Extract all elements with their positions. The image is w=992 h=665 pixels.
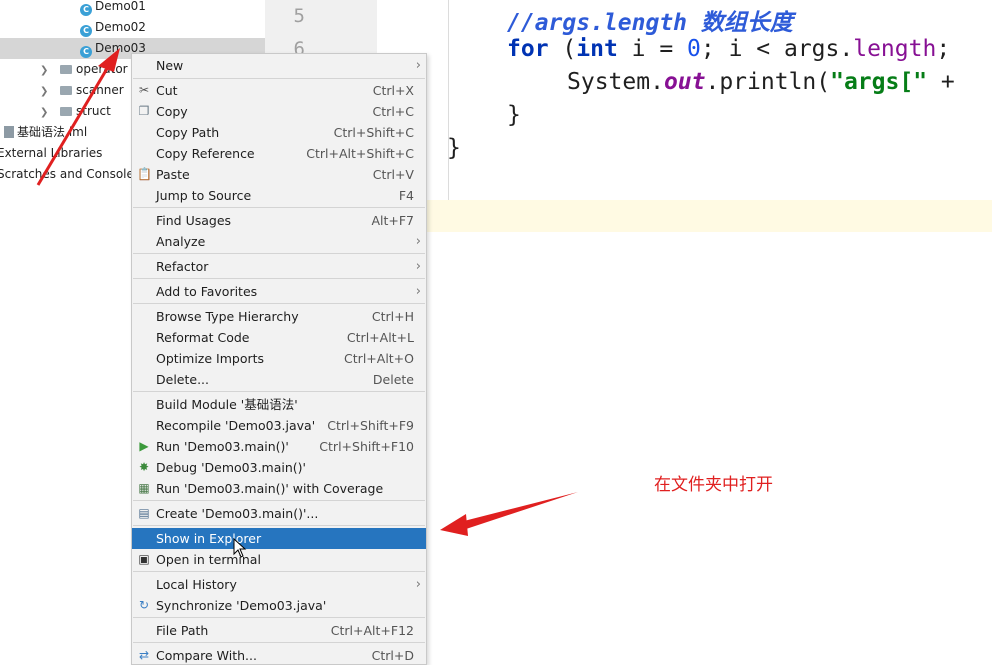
create-config-icon: ▤ bbox=[138, 506, 150, 520]
menu-item-create-config[interactable]: ▤ Create 'Demo03.main()'... bbox=[132, 503, 426, 524]
menu-item-open-in-terminal[interactable]: ▣ Open in terminal bbox=[132, 549, 426, 570]
mouse-pointer-icon bbox=[233, 538, 247, 558]
menu-separator bbox=[133, 303, 425, 304]
current-line-highlight bbox=[377, 200, 992, 232]
menu-separator bbox=[133, 253, 425, 254]
line-number: 5 bbox=[293, 5, 305, 27]
menu-item-jump-to-source[interactable]: Jump to Source F4 bbox=[132, 185, 426, 206]
coverage-icon: ▦ bbox=[138, 481, 150, 495]
folder-icon bbox=[60, 65, 72, 74]
tree-item-label: Demo02 bbox=[95, 20, 146, 34]
menu-item-copy-reference[interactable]: Copy Reference Ctrl+Alt+Shift+C bbox=[132, 143, 426, 164]
tree-item-label: scanner bbox=[76, 83, 124, 97]
chevron-right-icon: › bbox=[415, 284, 421, 299]
menu-item-delete[interactable]: Delete... Delete bbox=[132, 369, 426, 390]
code-editor[interactable] bbox=[377, 0, 992, 652]
menu-separator bbox=[133, 525, 425, 526]
menu-item-paste[interactable]: 📋 Paste Ctrl+V bbox=[132, 164, 426, 185]
menu-item-local-history[interactable]: Local History › bbox=[132, 574, 426, 595]
sync-icon: ↻ bbox=[138, 598, 150, 612]
context-menu: New › ✂ Cut Ctrl+X ❐ Copy Ctrl+C Copy Path Ctr… bbox=[131, 53, 427, 665]
module-file-icon bbox=[4, 126, 14, 138]
menu-item-copy-path[interactable]: Copy Path Ctrl+Shift+C bbox=[132, 122, 426, 143]
menu-separator bbox=[133, 617, 425, 618]
menu-separator bbox=[133, 278, 425, 279]
menu-item-synchronize[interactable]: ↻ Synchronize 'Demo03.java' bbox=[132, 595, 426, 616]
menu-item-run[interactable]: ▶ Run 'Demo03.main()' Ctrl+Shift+F10 bbox=[132, 436, 426, 457]
menu-separator bbox=[133, 78, 425, 79]
menu-item-add-to-favorites[interactable]: Add to Favorites › bbox=[132, 281, 426, 302]
menu-item-reformat-code[interactable]: Reformat Code Ctrl+Alt+L bbox=[132, 327, 426, 348]
class-icon: C bbox=[80, 46, 92, 58]
copy-icon: ❐ bbox=[138, 104, 150, 118]
menu-item-find-usages[interactable]: Find Usages Alt+F7 bbox=[132, 210, 426, 231]
menu-item-copy[interactable]: ❐ Copy Ctrl+C bbox=[132, 101, 426, 122]
menu-separator bbox=[133, 571, 425, 572]
tree-item-label: Demo01 bbox=[95, 0, 146, 13]
chevron-right-icon: › bbox=[415, 577, 421, 592]
tree-item-label: 基础语法.iml bbox=[17, 125, 88, 139]
menu-item-new[interactable]: New › bbox=[132, 55, 426, 76]
chevron-right-icon: › bbox=[415, 234, 421, 249]
menu-item-analyze[interactable]: Analyze › bbox=[132, 231, 426, 252]
folder-icon bbox=[60, 107, 72, 116]
code-line-close-method: } bbox=[447, 135, 461, 161]
code-line-comment: //args.length 数组长度 bbox=[507, 10, 793, 36]
annotation-label: 在文件夹中打开 bbox=[654, 475, 773, 495]
menu-item-debug[interactable]: ✸ Debug 'Demo03.main()' bbox=[132, 457, 426, 478]
tree-item-demo02[interactable]: C Demo02 bbox=[0, 17, 265, 38]
cut-icon: ✂ bbox=[138, 83, 150, 97]
code-line-close-for: } bbox=[507, 102, 521, 128]
menu-item-refactor[interactable]: Refactor › bbox=[132, 256, 426, 277]
folder-icon bbox=[60, 86, 72, 95]
tree-item-demo01[interactable]: C Demo01 bbox=[0, 0, 265, 17]
debug-icon: ✸ bbox=[138, 460, 150, 474]
terminal-icon: ▣ bbox=[138, 552, 150, 566]
menu-item-file-path[interactable]: File Path Ctrl+Alt+F12 bbox=[132, 620, 426, 641]
class-icon: C bbox=[80, 4, 92, 16]
tree-item-label: struct bbox=[76, 104, 111, 118]
menu-separator bbox=[133, 207, 425, 208]
chevron-right-icon: › bbox=[415, 259, 421, 274]
code-line-println: System.out.println("args[" + bbox=[567, 69, 955, 95]
tree-item-label: operator bbox=[76, 62, 128, 76]
menu-separator bbox=[133, 642, 425, 643]
tree-item-label: Scratches and Consoles bbox=[0, 167, 141, 181]
menu-separator bbox=[133, 500, 425, 501]
tree-item-label: External Libraries bbox=[0, 146, 103, 160]
chevron-right-icon[interactable]: ❯ bbox=[40, 81, 50, 102]
menu-item-recompile[interactable]: Recompile 'Demo03.java' Ctrl+Shift+F9 bbox=[132, 415, 426, 436]
compare-icon: ⇄ bbox=[138, 648, 150, 662]
menu-item-compare-with[interactable]: ⇄ Compare With... Ctrl+D bbox=[132, 645, 426, 664]
menu-separator bbox=[133, 391, 425, 392]
menu-item-browse-type-hierarchy[interactable]: Browse Type Hierarchy Ctrl+H bbox=[132, 306, 426, 327]
menu-item-show-in-explorer[interactable]: Show in Explorer bbox=[132, 528, 426, 549]
menu-item-optimize-imports[interactable]: Optimize Imports Ctrl+Alt+O bbox=[132, 348, 426, 369]
menu-item-run-with-coverage[interactable]: ▦ Run 'Demo03.main()' with Coverage bbox=[132, 478, 426, 499]
menu-item-cut[interactable]: ✂ Cut Ctrl+X bbox=[132, 80, 426, 101]
chevron-right-icon[interactable]: ❯ bbox=[40, 102, 50, 123]
indent-guide bbox=[448, 0, 449, 200]
menu-item-build-module[interactable]: Build Module '基础语法' bbox=[132, 394, 426, 415]
chevron-right-icon[interactable]: ❯ bbox=[40, 60, 50, 81]
run-icon: ▶ bbox=[139, 439, 149, 453]
chevron-right-icon: › bbox=[415, 58, 421, 73]
code-line-for: for (int i = 0; i < args.length; bbox=[507, 36, 951, 62]
class-icon: C bbox=[80, 25, 92, 37]
paste-icon: 📋 bbox=[137, 167, 152, 181]
